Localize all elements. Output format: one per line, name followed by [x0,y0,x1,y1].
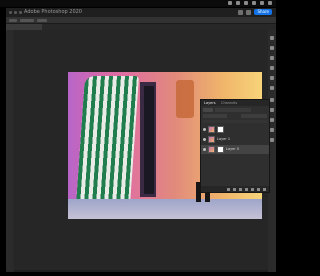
layer-mask-thumbnail[interactable] [217,146,224,153]
tab-channels[interactable]: Channels [221,101,237,105]
visibility-eye-icon[interactable] [203,128,206,131]
link-layers-icon[interactable] [227,187,230,191]
close-window-button[interactable] [9,11,12,14]
photoshop-window: Adobe Photoshop 2020 Share Layers Channe… [6,8,276,272]
zoom-window-button[interactable] [19,11,22,14]
layer-kind-filter[interactable] [203,108,213,112]
layers-panel: Layers Channels Layer 1 Layer 0 [200,99,270,193]
doorway-interior [144,86,154,194]
layer-row[interactable]: Layer 0 [201,145,269,154]
macos-menubar [0,0,276,7]
layer-thumbnail [208,136,215,143]
new-layer-icon[interactable] [257,187,260,191]
option-control[interactable] [20,19,34,22]
add-mask-icon[interactable] [239,187,242,191]
options-bar [6,17,276,24]
visibility-eye-icon[interactable] [203,148,206,151]
tools-panel [6,30,13,270]
delete-layer-icon[interactable] [263,187,266,191]
status-icon[interactable] [228,1,232,5]
layer-filter-icons[interactable] [215,108,251,112]
layer-thumbnail [208,146,215,153]
tab-layers[interactable]: Layers [204,101,216,105]
status-icon[interactable] [236,1,240,5]
new-group-icon[interactable] [251,187,254,191]
workspace-icon[interactable] [246,9,252,15]
visibility-eye-icon[interactable] [203,138,206,141]
layer-row[interactable] [201,125,269,134]
panel-icon[interactable] [270,128,274,132]
striped-curtain [75,76,139,219]
panel-icon[interactable] [270,46,274,50]
panel-icon[interactable] [270,86,274,90]
window-title: Adobe Photoshop 2020 [24,9,82,15]
layer-thumbnail [208,126,215,133]
panel-icon[interactable] [270,66,274,70]
share-button[interactable]: Share [254,9,272,15]
layer-name: Layer 0 [226,147,240,151]
search-icon[interactable] [238,9,244,15]
layer-style-icon[interactable] [233,187,236,191]
title-bar-actions: Share [238,9,272,15]
horizontal-scrollbar[interactable] [14,270,268,272]
lock-controls[interactable] [203,120,267,123]
pavement [68,199,262,219]
menubar-status-icons [228,1,272,5]
layers-panel-icon[interactable] [270,98,274,102]
adjustment-layer-icon[interactable] [245,187,248,191]
option-control[interactable] [37,19,47,22]
layer-row[interactable]: Layer 1 [201,135,269,144]
opacity-field[interactable] [241,114,267,118]
window-controls [9,11,22,14]
status-icon[interactable] [260,1,264,5]
panel-icon[interactable] [270,36,274,40]
status-icon[interactable] [252,1,256,5]
minimize-window-button[interactable] [14,11,17,14]
panel-icon[interactable] [270,108,274,112]
panel-icon[interactable] [270,76,274,80]
layers-panel-footer [201,186,269,192]
status-icon[interactable] [244,1,248,5]
panel-icon[interactable] [270,56,274,60]
status-icon[interactable] [268,1,272,5]
blend-mode-select[interactable] [203,114,227,118]
layers-panel-tabs: Layers Channels [201,100,269,106]
hanging-cloth [176,80,194,118]
title-bar: Adobe Photoshop 2020 Share [6,8,276,17]
panel-icon[interactable] [270,118,274,122]
layer-mask-thumbnail[interactable] [217,126,224,133]
tool-preset-picker[interactable] [9,19,17,22]
panel-icon[interactable] [270,138,274,142]
layer-name: Layer 1 [217,137,231,141]
